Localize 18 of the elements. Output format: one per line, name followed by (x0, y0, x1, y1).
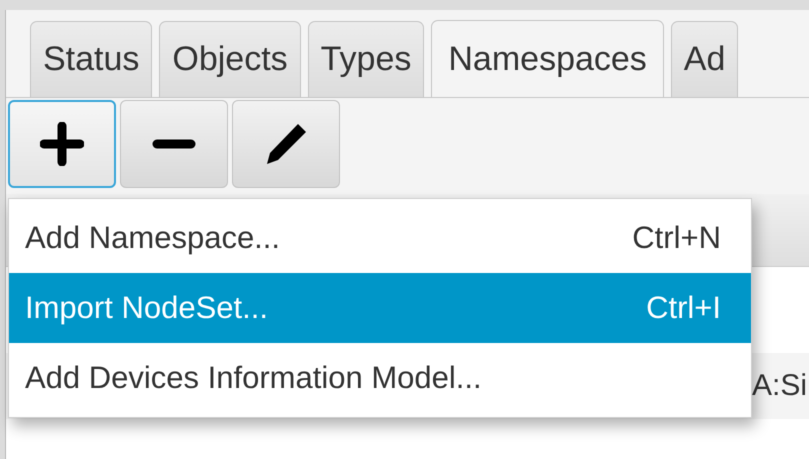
shortcut-label: Ctrl+N (632, 220, 721, 256)
tab[interactable]: Namespaces (431, 20, 664, 97)
menu-item[interactable]: Add Namespace... Ctrl+N (9, 203, 751, 273)
tab[interactable]: Objects (159, 21, 301, 97)
shortcut-label: Ctrl+I (646, 290, 721, 326)
minus-icon (152, 139, 196, 149)
tab[interactable]: Types (308, 21, 424, 97)
menu-item-label: Add Namespace... (25, 220, 280, 256)
plus-icon (40, 122, 84, 166)
edit-button[interactable] (232, 100, 340, 188)
menu-item[interactable]: Add Devices Information Model... (9, 343, 751, 413)
remove-button[interactable] (120, 100, 228, 188)
menu-item-label: Add Devices Information Model... (25, 360, 482, 396)
add-button[interactable] (8, 100, 116, 188)
menu-item-label: Import NodeSet... (25, 290, 268, 326)
tab[interactable]: Ad (670, 21, 738, 97)
table-cell: A:Si (752, 369, 808, 403)
tab[interactable]: Status (30, 21, 152, 97)
